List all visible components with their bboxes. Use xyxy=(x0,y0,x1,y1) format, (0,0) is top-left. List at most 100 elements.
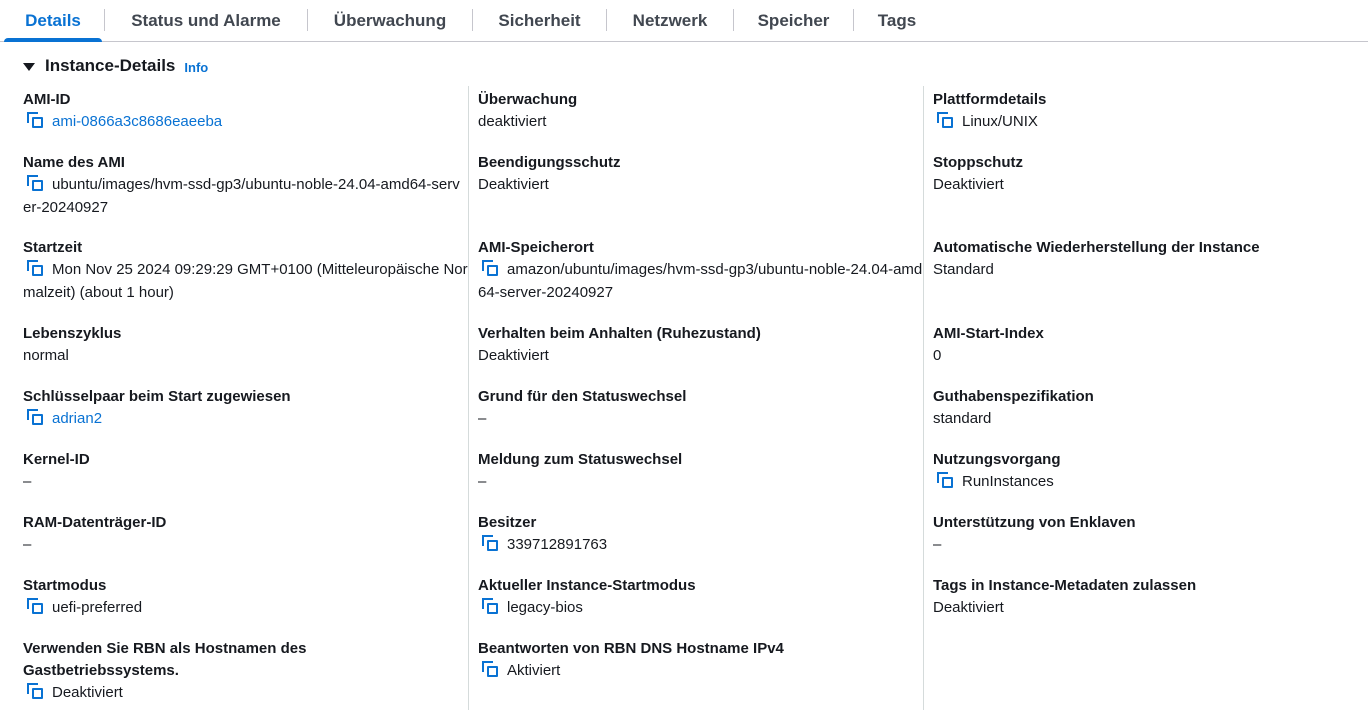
field-ram-datentraeger-id: RAM-Datenträger-ID – xyxy=(23,512,468,557)
copy-icon[interactable] xyxy=(27,683,44,700)
ami-id-link[interactable]: ami-0866a3c8686eaeeba xyxy=(52,113,222,130)
field-verhalten-beim-anhalten: Verhalten beim Anhalten (Ruhezustand) De… xyxy=(478,323,923,368)
field-value: standard xyxy=(933,410,992,427)
field-label: Lebenszyklus xyxy=(23,325,122,342)
field-label: Startmodus xyxy=(23,577,107,594)
column-divider xyxy=(468,86,469,710)
field-rbn-dns-ipv4: Beantworten von RBN DNS Hostname IPv4 Ak… xyxy=(478,638,923,683)
tab-sicherheit[interactable]: Sicherheit xyxy=(473,0,606,41)
field-value: – xyxy=(23,536,32,553)
field-value: – xyxy=(478,410,487,427)
field-value: Deaktiviert xyxy=(933,176,1004,193)
field-besitzer: Besitzer 339712891763 xyxy=(478,512,923,557)
field-label: Verhalten beim Anhalten (Ruhezustand) xyxy=(478,325,761,342)
field-automatische-wiederherstellung: Automatische Wiederherstellung der Insta… xyxy=(933,237,1368,282)
copy-icon[interactable] xyxy=(482,535,499,552)
field-ueberwachung: Überwachung deaktiviert xyxy=(478,89,923,134)
tab-speicher[interactable]: Speicher xyxy=(734,0,853,41)
field-guthabenspezifikation: Guthabenspezifikation standard xyxy=(933,386,1368,431)
field-value: Linux/UNIX xyxy=(962,113,1038,130)
tab-bar: Details Status und Alarme Überwachung Si… xyxy=(0,0,1368,42)
field-plattformdetails: Plattformdetails Linux/UNIX xyxy=(933,89,1368,134)
field-value: – xyxy=(23,473,32,490)
field-aktueller-startmodus: Aktueller Instance-Startmodus legacy-bio… xyxy=(478,575,923,620)
field-label: Guthabenspezifikation xyxy=(933,388,1094,405)
field-label: Startzeit xyxy=(23,239,83,256)
section-title: Instance-Details xyxy=(45,56,176,75)
copy-icon[interactable] xyxy=(482,598,499,615)
field-tags-metadaten: Tags in Instance-Metadaten zulassen Deak… xyxy=(933,575,1368,620)
field-kernel-id: Kernel-ID – xyxy=(23,449,468,494)
field-value: RunInstances xyxy=(962,473,1054,490)
tab-tags[interactable]: Tags xyxy=(854,0,940,41)
field-label: AMI-Start-Index xyxy=(933,325,1044,342)
field-value: 0 xyxy=(933,347,942,364)
copy-icon[interactable] xyxy=(27,598,44,615)
field-startmodus: Startmodus uefi-preferred xyxy=(23,575,468,620)
copy-icon[interactable] xyxy=(937,112,954,129)
tab-netzwerk[interactable]: Netzwerk xyxy=(607,0,733,41)
field-label: Überwachung xyxy=(478,91,578,108)
field-label: Beendigungsschutz xyxy=(478,154,621,171)
field-label: Meldung zum Statuswechsel xyxy=(478,451,683,468)
field-label: Name des AMI xyxy=(23,154,125,171)
copy-icon[interactable] xyxy=(482,661,499,678)
field-label: Besitzer xyxy=(478,514,537,531)
field-value: ubuntu/images/hvm-ssd-gp3/ubuntu-noble-2… xyxy=(23,176,460,216)
field-schluesselpaar: Schlüsselpaar beim Start zugewiesen adri… xyxy=(23,386,468,431)
key-pair-link[interactable]: adrian2 xyxy=(52,410,102,427)
field-lebenszyklus: Lebenszyklus normal xyxy=(23,323,468,368)
field-label: AMI-Speicherort xyxy=(478,239,594,256)
field-ami-start-index: AMI-Start-Index 0 xyxy=(933,323,1368,368)
field-label: Plattformdetails xyxy=(933,91,1047,108)
tab-ueberwachung[interactable]: Überwachung xyxy=(308,0,472,41)
field-grund-statuswechsel: Grund für den Statuswechsel – xyxy=(478,386,923,431)
field-label: Verwenden Sie RBN als Hostnamen des Gast… xyxy=(23,640,307,679)
copy-icon[interactable] xyxy=(27,112,44,129)
field-label: Unterstützung von Enklaven xyxy=(933,514,1136,531)
field-value: Mon Nov 25 2024 09:29:29 GMT+0100 (Mitte… xyxy=(23,261,468,301)
field-label: AMI-ID xyxy=(23,91,71,108)
field-label: Schlüsselpaar beim Start zugewiesen xyxy=(23,388,291,405)
field-value: – xyxy=(933,536,942,553)
field-startzeit: Startzeit Mon Nov 25 2024 09:29:29 GMT+0… xyxy=(23,237,468,304)
field-label: Kernel-ID xyxy=(23,451,90,468)
field-value: legacy-bios xyxy=(507,599,583,616)
field-value: Standard xyxy=(933,261,994,278)
copy-icon[interactable] xyxy=(937,472,954,489)
field-value: amazon/ubuntu/images/hvm-ssd-gp3/ubuntu-… xyxy=(478,261,923,301)
copy-icon[interactable] xyxy=(27,175,44,192)
copy-icon[interactable] xyxy=(27,260,44,277)
field-beendigungsschutz: Beendigungsschutz Deaktiviert xyxy=(478,152,923,197)
tab-details[interactable]: Details xyxy=(2,0,104,42)
section-header[interactable]: Instance-Details Info xyxy=(23,54,208,78)
field-label: RAM-Datenträger-ID xyxy=(23,514,167,531)
field-label: Beantworten von RBN DNS Hostname IPv4 xyxy=(478,640,784,657)
field-value: 339712891763 xyxy=(507,536,608,553)
field-label: Tags in Instance-Metadaten zulassen xyxy=(933,577,1197,594)
field-enklaven: Unterstützung von Enklaven – xyxy=(933,512,1368,557)
field-value: – xyxy=(478,473,487,490)
field-rbn-hostname: Verwenden Sie RBN als Hostnamen des Gast… xyxy=(23,638,343,705)
field-value: Aktiviert xyxy=(507,662,561,679)
field-label: Nutzungsvorgang xyxy=(933,451,1061,468)
field-label: Automatische Wiederherstellung der Insta… xyxy=(933,239,1260,256)
field-value: Deaktiviert xyxy=(933,599,1004,616)
field-ami-id: AMI-ID ami-0866a3c8686eaeeba xyxy=(23,89,468,134)
field-value: normal xyxy=(23,347,69,364)
field-value: Deaktiviert xyxy=(478,176,549,193)
copy-icon[interactable] xyxy=(482,260,499,277)
field-value: uefi-preferred xyxy=(52,599,143,616)
caret-down-icon[interactable] xyxy=(23,63,35,71)
field-label: Stoppschutz xyxy=(933,154,1023,171)
info-link[interactable]: Info xyxy=(184,60,208,75)
field-label: Grund für den Statuswechsel xyxy=(478,388,687,405)
tab-status-und-alarme[interactable]: Status und Alarme xyxy=(105,0,307,41)
field-value: Deaktiviert xyxy=(478,347,549,364)
field-value: deaktiviert xyxy=(478,113,547,130)
field-ami-name: Name des AMI ubuntu/images/hvm-ssd-gp3/u… xyxy=(23,152,468,219)
copy-icon[interactable] xyxy=(27,409,44,426)
field-meldung-statuswechsel: Meldung zum Statuswechsel – xyxy=(478,449,923,494)
field-stoppschutz: Stoppschutz Deaktiviert xyxy=(933,152,1368,197)
field-ami-speicherort: AMI-Speicherort amazon/ubuntu/images/hvm… xyxy=(478,237,923,304)
